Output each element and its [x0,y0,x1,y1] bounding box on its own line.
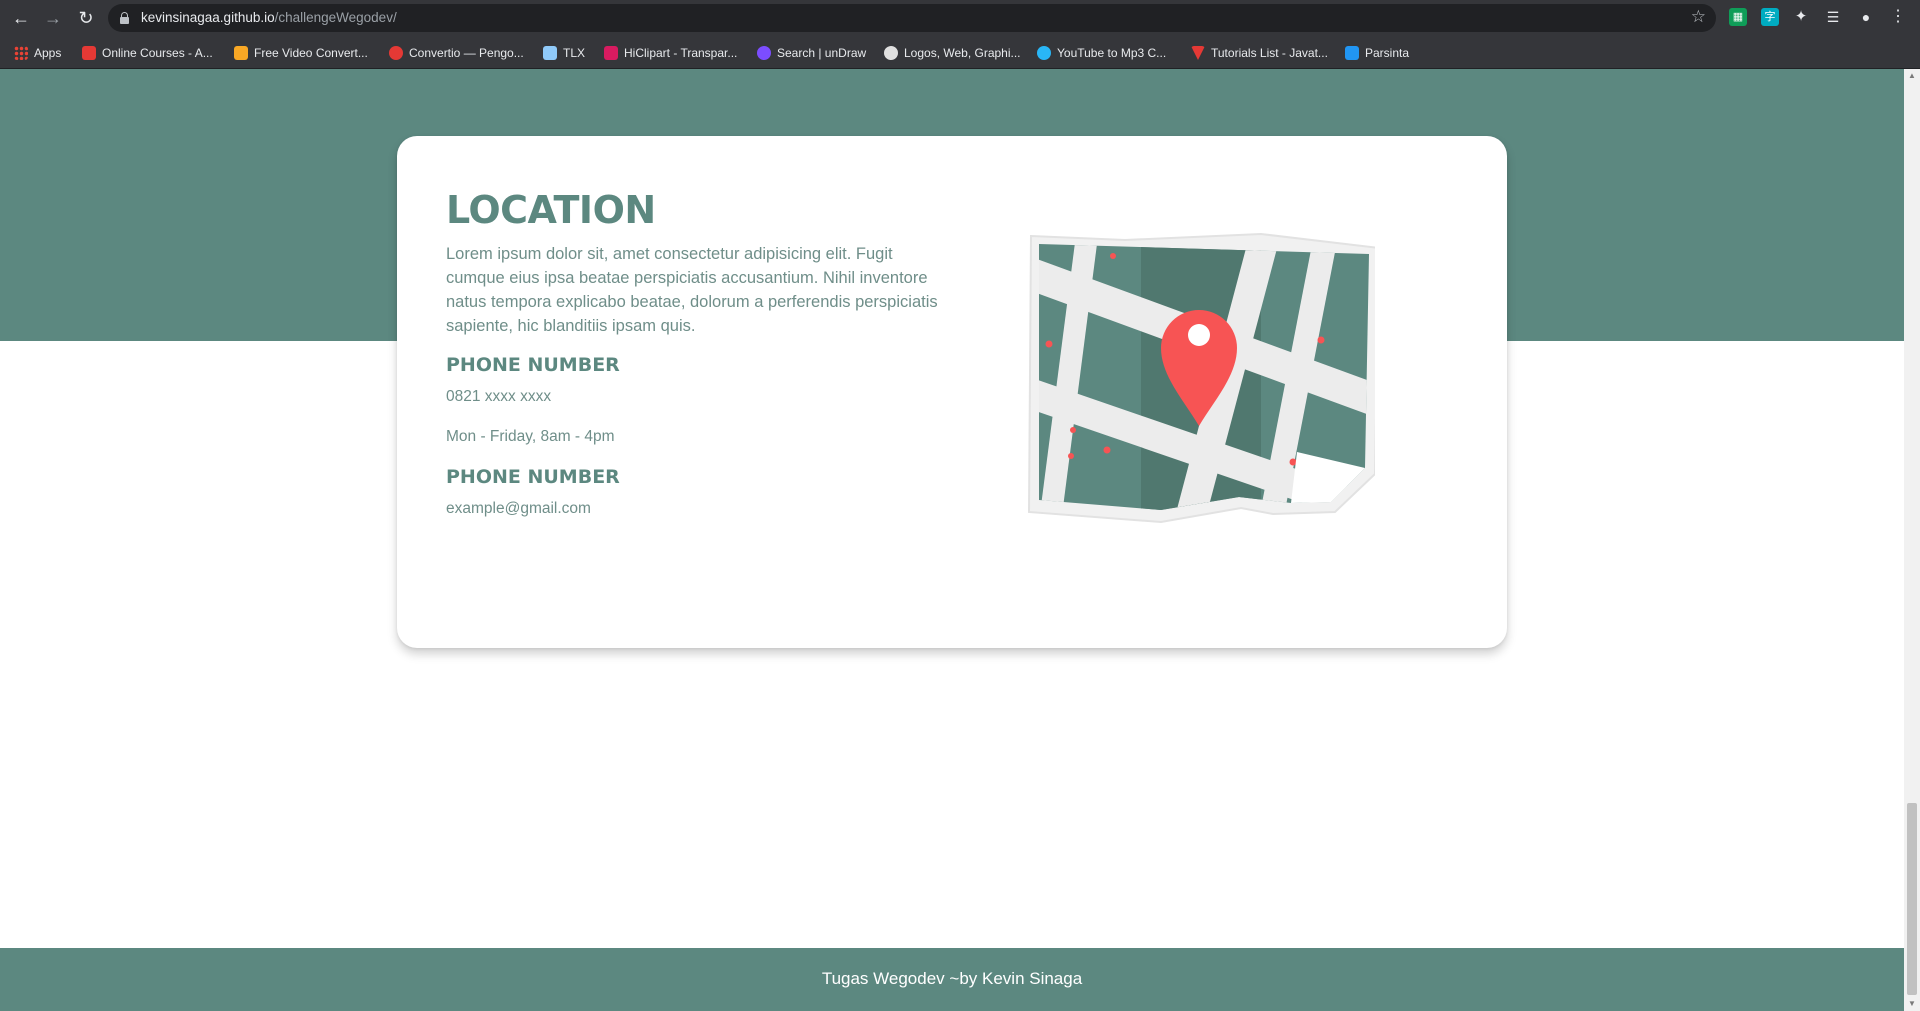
footer: Tugas Wegodev ~by Kevin Sinaga [0,948,1904,1011]
convertio-favicon-icon [389,46,403,60]
browser-toolbar: ← → ↻ kevinsinagaa.github.io/challengeWe… [0,0,1920,36]
tutorials-favicon-icon [1191,46,1205,60]
tlx-favicon-icon [543,46,557,60]
menu-kebab-icon[interactable]: ⋮ [1889,8,1907,26]
bookmark-label: YouTube to Mp3 C... [1057,46,1167,60]
page-scrollbar[interactable]: ▲ ▼ [1904,69,1920,1011]
scrollbar-thumb[interactable] [1907,803,1917,995]
location-card: LOCATION Lorem ipsum dolor sit, amet con… [397,136,1507,648]
bookmark-youtube-mp3[interactable]: YouTube to Mp3 C... [1037,43,1166,63]
parsinta-favicon-icon [1345,46,1359,60]
scroll-up-arrow-icon[interactable]: ▲ [1904,69,1920,83]
bookmark-tutorials-list[interactable]: Tutorials List - Javat... [1191,43,1328,63]
url-text: kevinsinagaa.github.io/challengeWegodev/ [141,10,397,25]
bookmark-hiclipart[interactable]: HiClipart - Transpar... [604,43,737,63]
bookmark-label: TLX [563,46,586,60]
bookmark-label: Search | unDraw [777,46,867,60]
online-courses-favicon-icon [82,46,96,60]
logos-favicon-icon [884,46,898,60]
scroll-down-arrow-icon[interactable]: ▼ [1904,997,1920,1011]
office-hours: Mon - Friday, 8am - 4pm [446,428,615,445]
bookmark-free-video-convert[interactable]: Free Video Convert... [234,43,368,63]
profile-icon[interactable]: ● [1857,8,1875,26]
bookmark-label: Convertio — Pengo... [409,46,524,60]
email-heading: PHONE NUMBER [446,466,620,488]
reload-icon[interactable]: ↻ [74,6,98,30]
hiclipart-favicon-icon [604,46,618,60]
bookmark-tlx[interactable]: TLX [543,43,585,63]
phone-heading: PHONE NUMBER [446,354,620,376]
location-description: Lorem ipsum dolor sit, amet consectetur … [446,245,938,335]
page-viewport: LOCATION Lorem ipsum dolor sit, amet con… [0,69,1904,1011]
phone-number: 0821 xxxx xxxx [446,388,552,405]
bookmark-parsinta[interactable]: Parsinta [1345,43,1409,63]
bookmark-convertio[interactable]: Convertio — Pengo... [389,43,524,63]
browser-chrome: ← → ↻ kevinsinagaa.github.io/challengeWe… [0,0,1920,69]
url-host: kevinsinagaa.github.io [141,10,275,25]
translate-extension-icon[interactable]: 字 [1761,8,1779,26]
bookmark-label: Online Courses - A... [102,46,213,60]
video-converter-favicon-icon [234,46,248,60]
bookmark-online-courses[interactable]: Online Courses - A... [82,43,213,63]
bookmark-logos[interactable]: Logos, Web, Graphi... [884,43,1021,63]
youtube-mp3-favicon-icon [1037,46,1051,60]
url-path: /challengeWegodev/ [274,10,397,25]
bookmark-label: Tutorials List - Javat... [1211,46,1328,60]
bookmarks-bar: Apps Online Courses - A... Free Video Co… [0,36,1920,69]
bookmark-label: Apps [34,46,62,60]
sheets-extension-icon[interactable]: ▦ [1729,8,1747,26]
bookmark-apps[interactable]: Apps [14,43,61,63]
bookmark-undraw[interactable]: Search | unDraw [757,43,866,63]
bookmark-label: HiClipart - Transpar... [624,46,738,60]
extensions-puzzle-icon[interactable]: ✦ [1792,8,1810,26]
bookmark-label: Logos, Web, Graphi... [904,46,1021,60]
bookmark-label: Parsinta [1365,46,1410,60]
footer-credit: Tugas Wegodev ~by Kevin Sinaga [821,969,1083,988]
location-title: LOCATION [446,188,656,232]
back-arrow-icon[interactable]: ← [9,6,33,30]
email-address: example@gmail.com [446,500,591,517]
apps-grid-icon [14,46,28,60]
address-bar[interactable]: kevinsinagaa.github.io/challengeWegodev/… [108,4,1716,32]
bookmark-label: Free Video Convert... [254,46,368,60]
forward-arrow-icon[interactable]: → [41,6,65,30]
map-pin-illustration-icon [1027,232,1375,524]
bookmark-star-icon[interactable]: ☆ [1691,7,1706,27]
reading-list-icon[interactable]: ☰ [1824,8,1842,26]
lock-icon [120,12,129,24]
undraw-favicon-icon [757,46,771,60]
